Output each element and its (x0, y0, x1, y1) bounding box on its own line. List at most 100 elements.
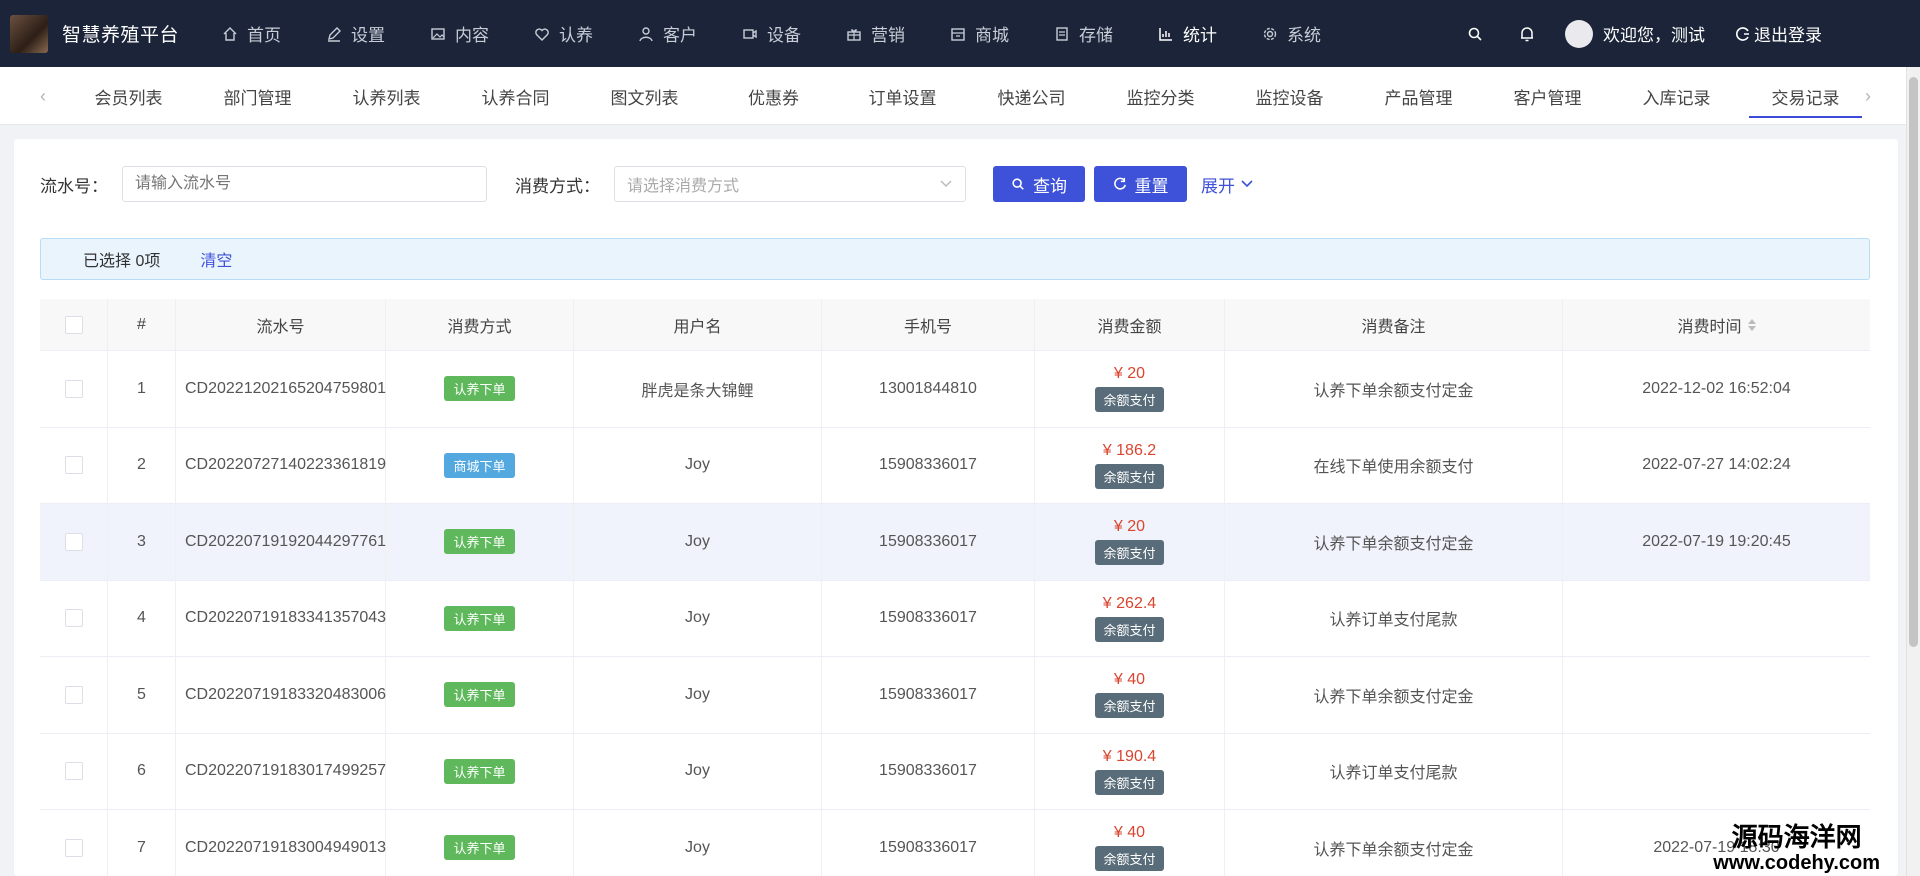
menu-label: 认养 (559, 26, 593, 45)
row-checkbox[interactable] (64, 379, 83, 398)
menu-item-mall[interactable]: 商城 (948, 0, 1052, 67)
menu-label: 商城 (975, 26, 1009, 45)
amount-value: ¥ 186.2 (1102, 441, 1157, 459)
menu-item-system[interactable]: 系统 (1260, 0, 1364, 67)
page-scrollbar[interactable] (1906, 67, 1920, 876)
gear-icon (1260, 24, 1280, 44)
amount-value: ¥ 190.4 (1102, 747, 1157, 765)
row-index: 7 (108, 810, 176, 876)
row-note: 认养订单支付尾款 (1225, 733, 1563, 809)
row-method-cell: 认养下单 (386, 733, 574, 809)
reset-button[interactable]: 重置 (1094, 166, 1187, 202)
pay-method-tag: 余额支付 (1095, 846, 1164, 872)
tab-order-settings[interactable]: 订单设置 (838, 67, 967, 125)
tabs-scroll-left[interactable]: ‹ (28, 67, 58, 125)
sort-icon[interactable] (1747, 318, 1756, 331)
header-user: 用户名 (574, 299, 822, 350)
watermark-line1: 源码海洋网 (1731, 822, 1862, 852)
menu-item-settings[interactable]: 设置 (324, 0, 428, 67)
row-method-cell: 认养下单 (386, 580, 574, 656)
tab-department[interactable]: 部门管理 (193, 67, 322, 125)
tab-stock-in[interactable]: 入库记录 (1612, 67, 1741, 125)
row-method-cell: 认养下单 (386, 504, 574, 580)
row-checkbox[interactable] (64, 456, 83, 475)
row-checkbox[interactable] (64, 762, 83, 781)
method-tag: 认养下单 (444, 758, 515, 784)
heart-icon (532, 24, 552, 44)
tab-monitor-category[interactable]: 监控分类 (1096, 67, 1225, 125)
table-row[interactable]: 5 CD20220719183320483006 认养下单 Joy 1590833601… (40, 657, 1870, 734)
table-row[interactable]: 2 CD20220727140223361819 商城下单 Joy 1590833601… (40, 427, 1870, 504)
search-button[interactable] (1449, 0, 1501, 67)
clear-selection-link[interactable]: 清空 (200, 247, 232, 271)
notification-button[interactable] (1501, 0, 1553, 67)
tab-member-list[interactable]: 会员列表 (64, 67, 193, 125)
tab-customer[interactable]: 客户管理 (1483, 67, 1612, 125)
chevron-right-icon: › (1865, 85, 1871, 106)
tab-product[interactable]: 产品管理 (1354, 67, 1483, 125)
row-index: 3 (108, 504, 176, 580)
tab-express[interactable]: 快递公司 (967, 67, 1096, 125)
tab-adopt-list[interactable]: 认养列表 (322, 67, 451, 125)
row-serial: CD20220727140223361819 (176, 427, 386, 503)
menu-label: 客户 (663, 26, 697, 45)
row-select-cell (40, 351, 108, 427)
query-button[interactable]: 查询 (993, 166, 1085, 202)
serial-input[interactable] (122, 166, 487, 202)
tab-adopt-contract[interactable]: 认养合同 (451, 67, 580, 125)
header-serial: 流水号 (176, 299, 386, 350)
table-row[interactable]: 6 CD20220719183017499257 认养下单 Joy 1590833601… (40, 733, 1870, 810)
method-select[interactable]: 请选择消费方式 (614, 166, 966, 202)
menu-item-device[interactable]: 设备 (740, 0, 844, 67)
tab-article-list[interactable]: 图文列表 (580, 67, 709, 125)
pencil-icon (324, 24, 344, 44)
logout-button[interactable]: 退出登录 (1735, 21, 1822, 46)
welcome-text: 欢迎您，测试 (1603, 26, 1705, 45)
row-user: Joy (574, 810, 822, 876)
table-header: # 流水号 消费方式 用户名 手机号 消费金额 消费备注 消费时间 (40, 299, 1870, 351)
tabs-scroll-right[interactable]: › (1853, 67, 1883, 125)
menu-item-content[interactable]: 内容 (428, 0, 532, 67)
row-checkbox[interactable] (64, 532, 83, 551)
table-row[interactable]: 1 CD20221202165204759801 认养下单 胖虎是条大锦鲤 130018… (40, 351, 1870, 428)
gift-icon (844, 24, 864, 44)
menu-item-adopt[interactable]: 认养 (532, 0, 636, 67)
table-row[interactable]: 4 CD20220719183341357043 认养下单 Joy 1590833601… (40, 580, 1870, 657)
method-label: 消费方式： (515, 176, 600, 196)
menu-label: 首页 (247, 26, 281, 45)
row-method-cell: 商城下单 (386, 427, 574, 503)
avatar[interactable] (1565, 19, 1593, 48)
menu-item-storage[interactable]: 存储 (1052, 0, 1156, 67)
scrollbar-thumb[interactable] (1909, 77, 1918, 647)
row-time (1563, 657, 1870, 733)
header-index: # (108, 299, 176, 350)
reset-label: 重置 (1134, 176, 1169, 196)
search-icon (1468, 27, 1482, 41)
row-checkbox[interactable] (64, 609, 83, 628)
menu-item-stats[interactable]: 统计 (1156, 0, 1260, 67)
brand[interactable]: 智慧养殖平台 (10, 14, 200, 53)
select-all-checkbox[interactable] (64, 315, 83, 334)
row-serial: CD20220719183017499257 (176, 733, 386, 809)
menu-item-home[interactable]: 首页 (220, 0, 324, 67)
method-tag: 认养下单 (444, 376, 515, 402)
tabs-list: 会员列表 部门管理 认养列表 认养合同 图文列表 优惠券 订单设置 快递公司 监… (64, 67, 1870, 125)
header-note: 消费备注 (1225, 299, 1563, 350)
table-row[interactable]: 3 CD20220719192044297761 认养下单 Joy 1590833601… (40, 504, 1870, 581)
row-checkbox[interactable] (64, 685, 83, 704)
amount-value: ¥ 40 (1113, 671, 1146, 689)
row-time: 2022-12-02 16:52:04 (1642, 379, 1791, 397)
row-amount-cell: ¥ 20 余额支付 (1035, 504, 1225, 580)
tab-monitor-device[interactable]: 监控设备 (1225, 67, 1354, 125)
menu-item-marketing[interactable]: 营销 (844, 0, 948, 67)
tab-transaction-records[interactable]: 交易记录 (1741, 67, 1870, 125)
expand-toggle[interactable]: 展开 (1201, 172, 1255, 197)
row-checkbox[interactable] (64, 838, 83, 857)
table-row[interactable]: 7 CD20220719183004949013 认养下单 Joy 1590833601… (40, 810, 1870, 876)
menu-label: 系统 (1287, 26, 1321, 45)
header-time[interactable]: 消费时间 (1563, 299, 1870, 350)
tab-coupon[interactable]: 优惠券 (709, 67, 838, 125)
row-index: 4 (108, 580, 176, 656)
expand-label: 展开 (1201, 176, 1235, 196)
menu-item-customer[interactable]: 客户 (636, 0, 740, 67)
